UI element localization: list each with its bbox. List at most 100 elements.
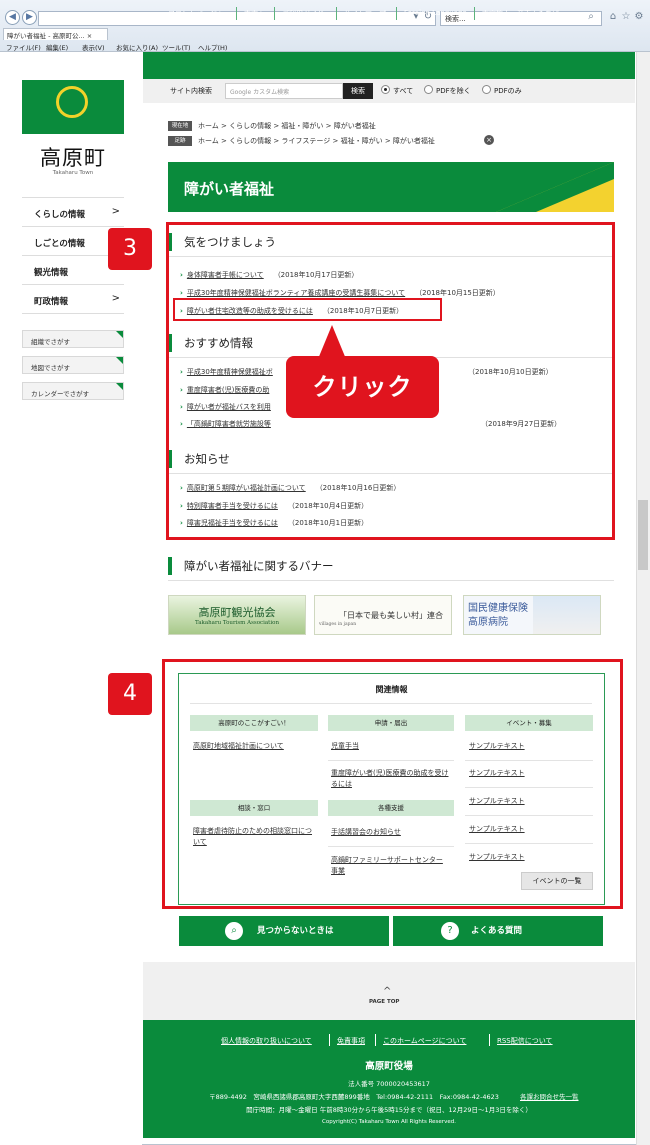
sidebar-item-label: 観光情報 [34, 268, 69, 278]
section-heading-banners: 障がい者福祉に関するバナー [168, 557, 334, 575]
home-icon[interactable]: ⌂ [607, 11, 619, 23]
forward-icon[interactable]: ▶ [22, 10, 37, 25]
banner-tourism-sublabel: Takaharu Tourism Association [194, 620, 279, 626]
footer-separator [375, 1034, 376, 1046]
click-callout: クリック [286, 356, 439, 418]
site-search-placeholder: Google カスタム検索 [230, 89, 290, 96]
nav-separator [274, 7, 275, 20]
menu-edit[interactable]: 編集(E) [46, 42, 68, 52]
footer-separator [329, 1034, 330, 1046]
sidebar-item-living[interactable]: くらしの情報 > [22, 197, 124, 226]
footer-copyright: Copyright(C) Takaharu Town All Rights Re… [322, 1119, 456, 1125]
sidebar-item-label: 町政情報 [34, 297, 69, 307]
highlight-box-4 [162, 659, 623, 909]
nav-separator [236, 7, 237, 20]
scrollbar-thumb[interactable] [638, 500, 648, 570]
divider [168, 580, 614, 581]
footer-office-name: 高原町役場 [365, 1061, 413, 1072]
chevron-right-icon: > [111, 293, 120, 304]
footer-link-rss[interactable]: RSS配信について [497, 1036, 553, 1046]
nav-accessibility[interactable]: 文字拡大・音声よみあげ [482, 9, 559, 19]
faq-button[interactable]: よくある質問 [393, 916, 603, 946]
footer-contact-link[interactable]: 各課お問合せ先一覧 [520, 1091, 579, 1101]
find-by-calendar-button[interactable]: カレンダーでさがす [22, 382, 124, 400]
breadcrumb-trail[interactable]: ホーム > くらしの情報 > ライフステージ > 福祉・障がい > 障がい者福祉 [198, 136, 435, 146]
banner-villages-label: 「日本で最も美しい村」連合 [339, 611, 443, 620]
button-label: 地図でさがす [31, 364, 70, 372]
banner-hospital-label: 国民健康保険 高原病院 [468, 603, 528, 628]
find-by-organization-button[interactable]: 組織でさがす [22, 330, 124, 348]
nav-sitemap[interactable]: サイトマップ [344, 9, 386, 19]
not-found-button[interactable]: 見つからないときは [179, 916, 389, 946]
page-title: 障がい者福祉 [184, 180, 275, 198]
banner-tourism[interactable]: 高原町観光協会 Takaharu Tourism Association [168, 595, 306, 635]
nav-foreign-language[interactable]: Foreign Language [404, 9, 467, 17]
button-label: 組織でさがす [31, 338, 70, 346]
chevron-right-icon: > [111, 206, 120, 217]
tab-title: 障がい者福祉 - 高原町公... [7, 32, 85, 40]
breadcrumb[interactable]: ホーム > くらしの情報 > 福祉・障がい > 障がい者福祉 [198, 121, 376, 131]
nav-separator [474, 7, 475, 20]
radio-pdf-only-label: PDFのみ [494, 87, 522, 95]
footer-hours: 開庁時間：月曜～金曜日 午前8時30分から午後5時15分まで（祝日、12月29日… [246, 1106, 532, 1114]
button-label: カレンダーでさがす [31, 390, 90, 398]
menu-view[interactable]: 表示(V) [82, 42, 105, 52]
site-search-button[interactable]: 検索 [343, 83, 373, 99]
close-icon[interactable]: × [484, 135, 494, 145]
footer-corp-number: 法人番号 7000020453617 [348, 1080, 430, 1088]
menu-help[interactable]: ヘルプ(H) [198, 42, 227, 52]
breadcrumb-trail-tag: 足跡 [168, 136, 192, 146]
search-icon[interactable]: ⌕ [585, 11, 597, 23]
nav-front-page[interactable]: フロントページへ [168, 9, 224, 19]
menu-tools[interactable]: ツール(T) [162, 42, 191, 52]
menu-favorites[interactable]: お気に入り(A) [116, 42, 158, 52]
star-icon[interactable]: ☆ [620, 11, 632, 23]
chevron-up-icon[interactable]: ^ [383, 986, 391, 997]
page-top-link[interactable]: PAGE TOP [369, 999, 399, 1005]
callout-tail [318, 325, 346, 359]
banner-tourism-label: 高原町観光協会 [198, 606, 276, 619]
footer-separator [489, 1034, 490, 1046]
nav-separator [336, 7, 337, 20]
radio-exclude-pdf-label: PDFを除く [436, 87, 471, 95]
site-search-label: サイト内検索 [170, 87, 212, 95]
banner-hospital[interactable]: 国民健康保険 高原病院 [463, 595, 533, 635]
banner-beautiful-villages[interactable]: 「日本で最も美しい村」連合 villages in japan [314, 595, 452, 635]
browser-tab[interactable]: 障がい者福祉 - 高原町公... × [3, 28, 108, 40]
menu-file[interactable]: ファイル(F) [6, 42, 41, 52]
nav-main-content[interactable]: 本文へ [244, 9, 265, 19]
button-label: よくある質問 [471, 926, 523, 936]
footer-link-disclaimer[interactable]: 免責事項 [337, 1036, 365, 1046]
footer-link-privacy[interactable]: 個人情報の取り扱いについて [221, 1036, 312, 1046]
town-seal-icon [56, 86, 88, 118]
gear-icon[interactable]: ⚙ [633, 11, 645, 23]
step-badge-3: 3 [108, 228, 152, 270]
breadcrumb-current-tag: 現在地 [168, 121, 192, 131]
radio-exclude-pdf[interactable] [424, 85, 433, 94]
banner-villages-sublabel: villages in japan [319, 622, 357, 627]
top-nav [143, 52, 635, 79]
sidebar-item-label: くらしの情報 [34, 210, 86, 220]
sidebar-item-government[interactable]: 町政情報 > [22, 284, 124, 314]
site-search-input[interactable]: Google カスタム検索 [225, 83, 343, 99]
back-icon[interactable]: ◀ [5, 10, 20, 25]
hospital-image [533, 595, 601, 635]
header-accent-shape [496, 162, 614, 212]
radio-all-label: すべて [393, 87, 414, 95]
step-badge-4: 4 [108, 673, 152, 715]
radio-pdf-only[interactable] [482, 85, 491, 94]
sidebar-item-label: しごとの情報 [34, 239, 85, 249]
search-help-icon: ⌕ [225, 922, 243, 940]
menu-bar: ファイル(F) 編集(E) 表示(V) お気に入り(A) ツール(T) ヘルプ(… [0, 41, 650, 52]
nav-separator [396, 7, 397, 20]
town-name-en: Takaharu Town [52, 170, 94, 176]
footer-link-about[interactable]: このホームページについて [383, 1036, 466, 1046]
highlight-link-box [173, 298, 442, 321]
scrollbar[interactable] [636, 52, 650, 1145]
nav-guide[interactable]: ご利用ガイド [282, 9, 324, 19]
button-label: 見つからないときは [257, 926, 334, 936]
faq-icon: ? [441, 922, 459, 940]
find-by-map-button[interactable]: 地図でさがす [22, 356, 124, 374]
radio-all[interactable] [381, 85, 390, 94]
town-name: 高原町 [40, 146, 106, 170]
